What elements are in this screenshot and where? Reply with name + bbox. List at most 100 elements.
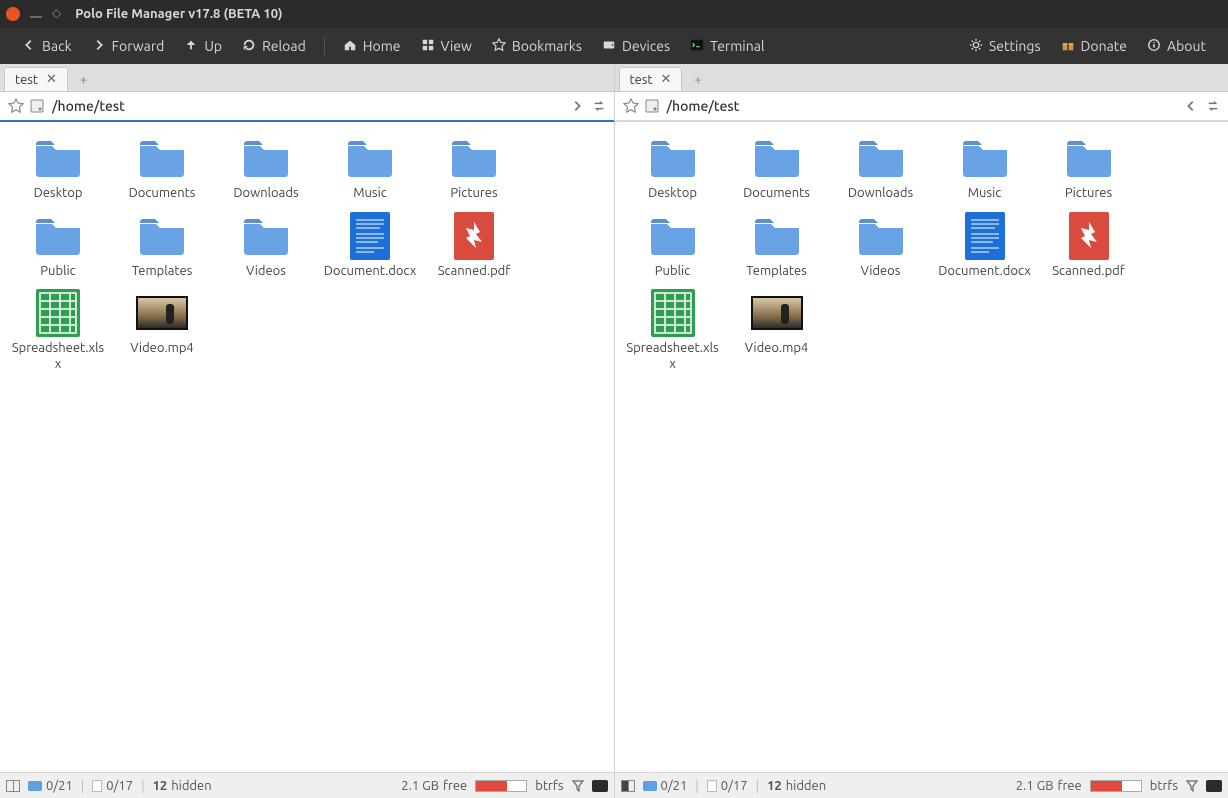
chevron-left-icon[interactable] bbox=[1184, 99, 1198, 113]
pane-tab[interactable]: test✕ bbox=[4, 67, 68, 91]
file-item[interactable]: Scanned.pdf bbox=[422, 212, 526, 286]
up-button[interactable]: Up bbox=[176, 34, 230, 59]
folder-item[interactable]: Downloads bbox=[214, 134, 318, 208]
home-button[interactable]: Home bbox=[335, 34, 409, 59]
status-hidden: 12 hidden bbox=[767, 779, 826, 793]
home-label: Home bbox=[363, 38, 401, 54]
swap-panes-icon[interactable] bbox=[1206, 99, 1220, 113]
path-text[interactable]: /home/test bbox=[52, 98, 562, 114]
folder-item[interactable]: Downloads bbox=[829, 134, 933, 208]
bookmark-star-icon[interactable] bbox=[8, 98, 24, 114]
new-tab-button[interactable]: + bbox=[70, 69, 97, 91]
file-grid[interactable]: DesktopDocumentsDownloadsMusicPictures Pu… bbox=[615, 122, 1228, 772]
filter-icon[interactable] bbox=[572, 780, 584, 792]
item-label: Pictures bbox=[450, 186, 497, 202]
terminal-mini-icon[interactable] bbox=[592, 780, 608, 792]
chevron-right-icon[interactable] bbox=[570, 99, 584, 113]
file-item[interactable]: Spreadsheet.xlsx bbox=[6, 289, 110, 378]
window-restore-button[interactable]: ◇ bbox=[52, 7, 61, 21]
donate-button[interactable]: Donate bbox=[1053, 34, 1135, 59]
path-text[interactable]: /home/test bbox=[667, 98, 1177, 114]
pdf-icon bbox=[448, 214, 500, 258]
folder-icon bbox=[136, 214, 188, 258]
reload-label: Reload bbox=[262, 38, 306, 54]
disk-icon[interactable] bbox=[30, 99, 44, 113]
view-button[interactable]: View bbox=[413, 34, 480, 59]
forward-button[interactable]: Forward bbox=[84, 34, 173, 59]
bookmark-star-icon[interactable] bbox=[623, 98, 639, 114]
terminal-icon bbox=[690, 38, 704, 55]
folder-item[interactable]: Public bbox=[621, 212, 725, 286]
terminal-label: Terminal bbox=[710, 38, 765, 54]
file-item[interactable]: Spreadsheet.xlsx bbox=[621, 289, 725, 378]
folder-item[interactable]: Desktop bbox=[6, 134, 110, 208]
file-item[interactable]: Document.docx bbox=[318, 212, 422, 286]
item-label: Public bbox=[40, 264, 75, 280]
folder-mini-icon bbox=[28, 781, 42, 791]
path-bar: /home/test bbox=[615, 92, 1228, 122]
item-label: Spreadsheet.xlsx bbox=[625, 341, 721, 372]
hidden-count: 12 bbox=[153, 779, 168, 793]
folder-item[interactable]: Pictures bbox=[1037, 134, 1141, 208]
free-label: free bbox=[1058, 779, 1082, 793]
file-item[interactable]: Video.mp4 bbox=[110, 289, 214, 378]
folder-item[interactable]: Documents bbox=[110, 134, 214, 208]
folder-icon bbox=[32, 136, 84, 180]
folder-icon bbox=[855, 214, 907, 258]
dual-pane-toggle-icon[interactable] bbox=[6, 780, 20, 792]
item-label: Spreadsheet.xlsx bbox=[10, 341, 106, 372]
item-label: Music bbox=[353, 186, 387, 202]
folder-item[interactable]: Templates bbox=[110, 212, 214, 286]
folder-item[interactable]: Music bbox=[933, 134, 1037, 208]
folder-item[interactable]: Music bbox=[318, 134, 422, 208]
docx-icon bbox=[959, 214, 1011, 258]
arrow-up-icon bbox=[184, 38, 198, 55]
filter-icon[interactable] bbox=[1186, 780, 1198, 792]
terminal-button[interactable]: Terminal bbox=[682, 34, 773, 59]
reload-button[interactable]: Reload bbox=[234, 34, 314, 59]
folder-icon bbox=[240, 136, 292, 180]
folder-item[interactable]: Pictures bbox=[422, 134, 526, 208]
folder-mini-icon bbox=[643, 781, 657, 791]
pane-tab[interactable]: test✕ bbox=[619, 67, 683, 91]
pane-left: test✕+ /home/test DesktopDocumentsDownlo… bbox=[0, 64, 615, 798]
item-label: Video.mp4 bbox=[745, 341, 809, 357]
chevron-left-icon bbox=[22, 38, 36, 55]
devices-button[interactable]: Devices bbox=[594, 34, 678, 59]
folder-item[interactable]: Public bbox=[6, 212, 110, 286]
bookmarks-button[interactable]: Bookmarks bbox=[484, 34, 590, 59]
file-item[interactable]: Video.mp4 bbox=[725, 289, 829, 378]
back-button[interactable]: Back bbox=[14, 34, 80, 59]
file-item[interactable]: Scanned.pdf bbox=[1037, 212, 1141, 286]
about-button[interactable]: About bbox=[1139, 34, 1214, 59]
grid-icon bbox=[421, 38, 435, 55]
pdf-icon bbox=[1063, 214, 1115, 258]
tab-close-icon[interactable]: ✕ bbox=[661, 72, 672, 87]
folder-item[interactable]: Templates bbox=[725, 212, 829, 286]
gift-icon bbox=[1061, 38, 1075, 55]
file-grid[interactable]: DesktopDocumentsDownloads Music Pictures Pu… bbox=[0, 122, 614, 772]
gear-icon bbox=[969, 38, 983, 55]
forward-label: Forward bbox=[112, 38, 165, 54]
window-minimize-button[interactable] bbox=[30, 16, 42, 18]
star-icon bbox=[492, 38, 506, 55]
main-toolbar: Back Forward Up Reload Home View Bookmar… bbox=[0, 28, 1228, 64]
swap-panes-icon[interactable] bbox=[592, 99, 606, 113]
tab-close-icon[interactable]: ✕ bbox=[46, 72, 57, 87]
dual-pane-toggle-icon[interactable] bbox=[621, 780, 635, 792]
window-close-button[interactable] bbox=[6, 7, 20, 21]
folder-item[interactable]: Videos bbox=[214, 212, 318, 286]
folder-icon bbox=[751, 136, 803, 180]
video-icon bbox=[751, 291, 803, 335]
folder-item[interactable]: Videos bbox=[829, 212, 933, 286]
folder-icon bbox=[448, 136, 500, 180]
new-tab-button[interactable]: + bbox=[684, 69, 711, 91]
disk-icon[interactable] bbox=[645, 99, 659, 113]
status-files: 0/17 bbox=[707, 779, 748, 793]
folder-item[interactable]: Desktop bbox=[621, 134, 725, 208]
file-item[interactable]: Document.docx bbox=[933, 212, 1037, 286]
settings-button[interactable]: Settings bbox=[961, 34, 1049, 59]
folder-item[interactable]: Documents bbox=[725, 134, 829, 208]
item-label: Video.mp4 bbox=[130, 341, 194, 357]
terminal-mini-icon[interactable] bbox=[1206, 780, 1222, 792]
